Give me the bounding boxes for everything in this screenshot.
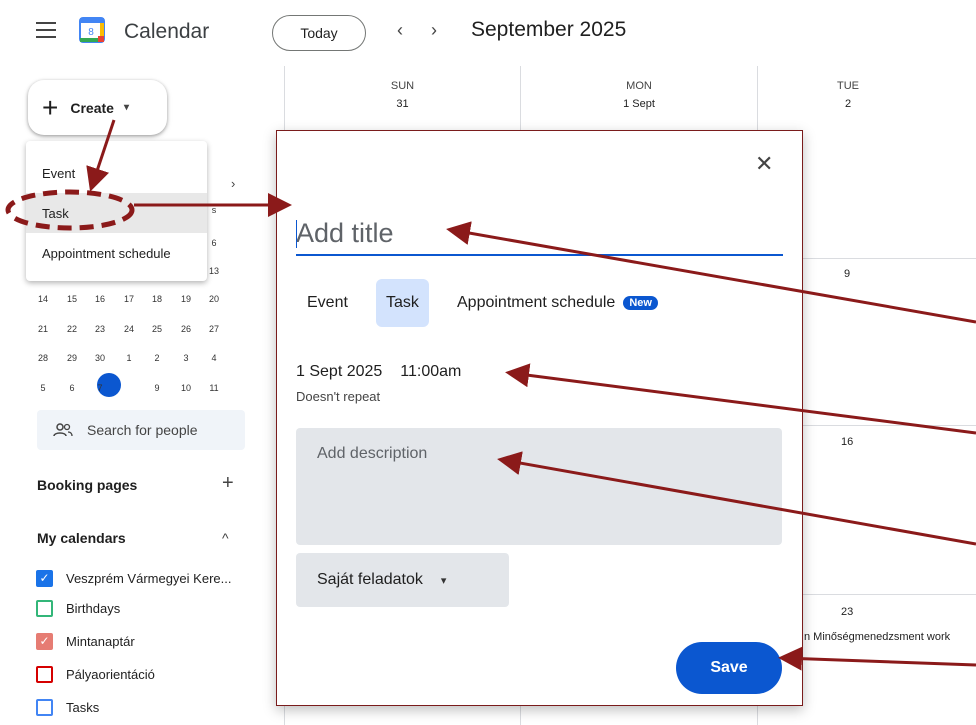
new-badge: New: [623, 296, 658, 310]
date-value[interactable]: 1 Sept 2025: [296, 363, 382, 380]
task-dialog: ✕ Add title Event Task Appointment sched…: [276, 130, 803, 706]
caret-down-icon: ▾: [123, 102, 129, 113]
mini-cal-day[interactable]: 6: [61, 383, 83, 393]
create-menu-event[interactable]: Event: [26, 153, 207, 193]
mini-cal-day[interactable]: 14: [32, 294, 54, 304]
tab-task[interactable]: Task: [376, 279, 429, 327]
mini-cal-day[interactable]: 5: [32, 383, 54, 393]
mini-cal-day[interactable]: 2: [146, 353, 168, 363]
create-menu-appointment[interactable]: Appointment schedule: [26, 233, 207, 273]
mini-cal-day[interactable]: 22: [61, 324, 83, 334]
mini-cal-week: 14 15 16 17 18 19 20: [26, 289, 251, 311]
event-chip[interactable]: n Minőségmenedzsment work: [804, 631, 950, 643]
mini-cal-week: 28 29 30 1 2 3 4: [26, 348, 251, 370]
tab-label: Appointment schedule: [457, 294, 616, 311]
tab-appointment-schedule[interactable]: Appointment schedule New: [447, 279, 668, 327]
calendar-name: Mintanaptár: [66, 633, 135, 649]
mini-cal-week: 5 6 7 8 9 10 11: [26, 378, 251, 400]
day-number[interactable]: 31: [285, 98, 520, 110]
calendar-name: Veszprém Vármegyei Kere...: [66, 570, 232, 586]
calendar-name: Birthdays: [66, 600, 121, 616]
calendar-checkbox[interactable]: [36, 698, 53, 716]
search-people-input[interactable]: Search for people: [37, 410, 245, 450]
today-button[interactable]: Today: [272, 15, 366, 51]
mini-cal-day[interactable]: 18: [146, 294, 168, 304]
search-people-label: Search for people: [87, 422, 198, 438]
mini-cal-day[interactable]: 21: [32, 324, 54, 334]
create-menu: Event Task Appointment schedule: [26, 141, 207, 281]
app-title: Calendar: [124, 20, 210, 43]
weekday-label: MON: [626, 80, 652, 92]
mini-cal-day[interactable]: 7: [89, 383, 111, 393]
create-button[interactable]: + Create ▾: [28, 80, 167, 135]
calendar-logo-icon: 8: [79, 17, 105, 43]
description-input[interactable]: Add description: [296, 428, 782, 545]
prev-arrow-icon[interactable]: ‹: [397, 20, 403, 41]
task-list-select[interactable]: Saját feladatok ▾: [296, 553, 509, 607]
day-number[interactable]: 9: [844, 268, 850, 280]
mini-cal-day[interactable]: 10: [175, 383, 197, 393]
calendar-list-item[interactable]: Tasks: [36, 696, 99, 718]
calendar-name: Pályaorientáció: [66, 666, 155, 682]
mini-cal-day[interactable]: 28: [32, 353, 54, 363]
mini-cal-day[interactable]: 20: [203, 294, 225, 304]
date-time-picker[interactable]: 1 Sept 2025 11:00am: [296, 363, 461, 381]
day-number[interactable]: 1 Sept: [521, 98, 757, 110]
mini-cal-day[interactable]: 4: [203, 353, 225, 363]
next-arrow-icon[interactable]: ›: [431, 20, 437, 41]
calendar-list-item[interactable]: ✓ Mintanaptár: [36, 630, 135, 652]
mini-cal-day[interactable]: 9: [146, 383, 168, 393]
mini-cal-day[interactable]: 3: [175, 353, 197, 363]
calendar-checkbox[interactable]: [36, 665, 53, 683]
tab-event[interactable]: Event: [297, 279, 358, 327]
people-icon: [53, 423, 73, 437]
day-number[interactable]: 23: [841, 606, 853, 618]
mini-cal-next-icon[interactable]: ›: [231, 176, 235, 191]
mini-cal-day[interactable]: 23: [89, 324, 111, 334]
mini-cal-day[interactable]: 16: [89, 294, 111, 304]
dropdown-icon: ▾: [440, 574, 447, 587]
calendar-list-item[interactable]: Pályaorientáció: [36, 663, 155, 685]
mini-cal-day[interactable]: 26: [175, 324, 197, 334]
day-number[interactable]: 2: [758, 98, 938, 110]
month-title: September 2025: [471, 18, 627, 41]
mini-cal-day[interactable]: 29: [61, 353, 83, 363]
mini-cal-day[interactable]: 15: [61, 294, 83, 304]
mini-cal-day[interactable]: 25: [146, 324, 168, 334]
close-icon[interactable]: ✕: [755, 151, 773, 177]
calendar-checkbox[interactable]: ✓: [36, 569, 53, 587]
day-number[interactable]: 16: [841, 436, 853, 448]
weekday-label: SUN: [390, 80, 415, 92]
mini-cal-day[interactable]: 1: [118, 353, 140, 363]
mini-cal-day[interactable]: 19: [175, 294, 197, 304]
task-list-value: Saját feladatok: [317, 571, 423, 588]
weekday-label: TUE: [837, 80, 859, 92]
add-booking-page-icon[interactable]: +: [222, 472, 234, 495]
booking-pages-heading: Booking pages: [37, 477, 138, 493]
mini-cal-day[interactable]: 11: [203, 383, 225, 393]
mini-cal-day[interactable]: 24: [118, 324, 140, 334]
mini-cal-day[interactable]: 30: [89, 353, 111, 363]
create-label: Create: [70, 99, 114, 116]
top-bar: 8 Calendar Today ‹ › September 2025: [0, 0, 976, 66]
calendar-list-item[interactable]: ✓ Veszprém Vármegyei Kere...: [36, 567, 231, 589]
calendar-name: Tasks: [66, 699, 100, 715]
title-input[interactable]: Add title: [296, 216, 783, 256]
mini-cal-day[interactable]: 17: [118, 294, 140, 304]
calendar-checkbox[interactable]: ✓: [36, 632, 53, 650]
plus-icon: +: [42, 91, 59, 123]
my-calendars-heading[interactable]: My calendars: [37, 530, 126, 546]
collapse-icon[interactable]: ^: [222, 530, 229, 546]
mini-cal-day[interactable]: 8: [118, 383, 140, 393]
calendar-list-item[interactable]: Birthdays: [36, 597, 120, 619]
save-button[interactable]: Save: [676, 642, 782, 694]
main-menu-icon[interactable]: [36, 22, 56, 38]
create-menu-task[interactable]: Task: [26, 193, 207, 233]
mini-cal-day[interactable]: 27: [203, 324, 225, 334]
repeat-option[interactable]: Doesn't repeat: [296, 389, 380, 404]
calendar-checkbox[interactable]: [36, 599, 53, 617]
svg-text:8: 8: [88, 27, 94, 38]
time-value[interactable]: 11:00am: [400, 363, 461, 380]
mini-cal-week: 21 22 23 24 25 26 27: [26, 319, 251, 341]
